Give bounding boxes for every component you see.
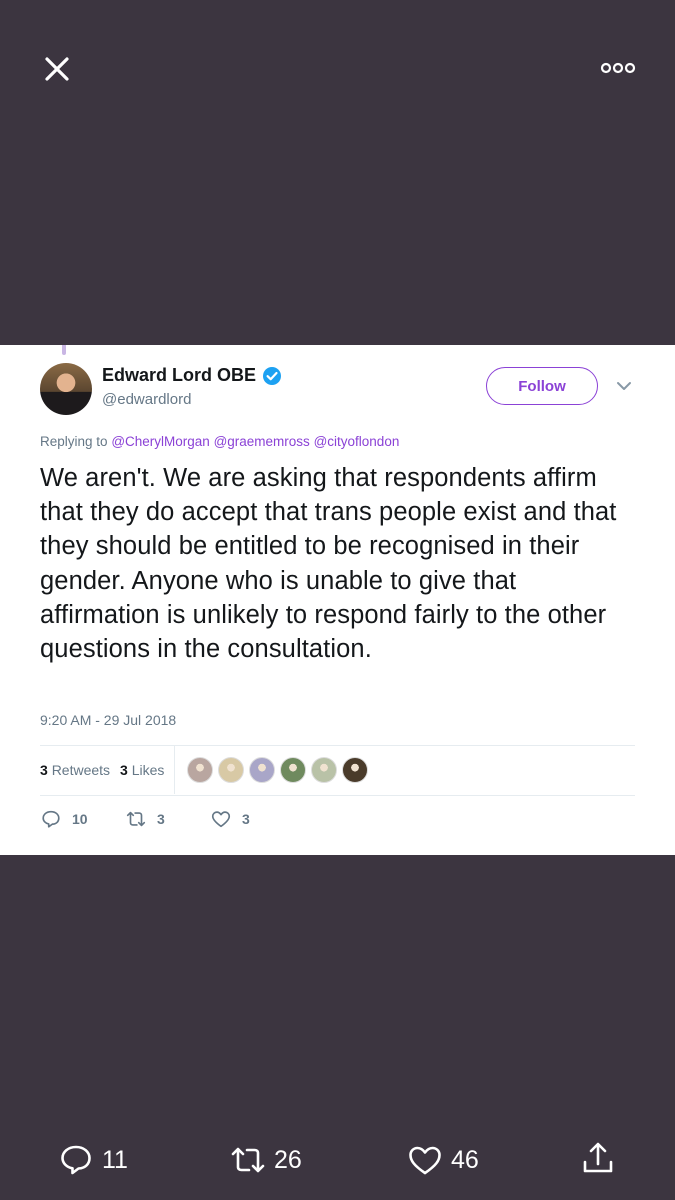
liker-avatar[interactable] [342, 757, 369, 783]
replying-to: Replying to @CherylMorgan @graememross @… [40, 434, 399, 449]
bottom-retweet-count: 26 [274, 1145, 302, 1174]
reply-button[interactable]: 10 [40, 808, 88, 830]
more-icon[interactable] [598, 58, 638, 78]
bottom-like-count: 46 [451, 1145, 479, 1174]
reply-icon [61, 1145, 91, 1175]
bottom-like-button[interactable]: 46 [407, 1142, 479, 1178]
thread-line [62, 345, 66, 355]
chevron-down-icon[interactable] [614, 379, 634, 393]
tweet-card: Edward Lord OBE @edwardlord Follow Reply… [0, 345, 675, 855]
like-count: 3 [242, 811, 250, 827]
retweet-button[interactable]: 3 [125, 808, 165, 830]
liker-avatar[interactable] [311, 757, 338, 783]
bottom-reply-button[interactable]: 11 [58, 1142, 128, 1178]
avatar[interactable] [40, 363, 92, 415]
likes-count: 3 [120, 762, 128, 778]
bottom-retweet-button[interactable]: 26 [230, 1142, 302, 1178]
stats-separator [174, 746, 176, 794]
mention-link[interactable]: @CherylMorgan [111, 434, 210, 449]
like-button[interactable]: 3 [210, 808, 250, 830]
likes-stat[interactable]: 3 Likes [120, 762, 164, 778]
heart-icon [409, 1146, 441, 1175]
reply-count: 10 [72, 811, 88, 827]
mention-link[interactable]: @cityoflondon [314, 434, 400, 449]
reply-icon [42, 810, 60, 828]
liker-avatar[interactable] [249, 757, 276, 783]
replying-to-label: Replying to [40, 434, 108, 449]
mention-link[interactable]: @graememross [214, 434, 310, 449]
retweets-stat[interactable]: 3 Retweets [40, 762, 110, 778]
author-name-row: Edward Lord OBE [102, 365, 282, 386]
tweet-actions: 10 3 3 [40, 808, 440, 838]
media-viewer: Edward Lord OBE @edwardlord Follow Reply… [0, 0, 675, 1200]
likes-label: Likes [131, 762, 165, 778]
liker-avatars [187, 757, 373, 783]
retweets-count: 3 [40, 762, 48, 778]
share-icon[interactable] [580, 1140, 616, 1176]
display-name[interactable]: Edward Lord OBE [102, 365, 256, 386]
retweets-label: Retweets [51, 762, 111, 778]
follow-button[interactable]: Follow [486, 367, 598, 405]
handle[interactable]: @edwardlord [102, 391, 191, 408]
close-icon[interactable] [40, 52, 74, 86]
heart-icon [211, 811, 231, 828]
verified-badge-icon [263, 366, 282, 385]
divider [40, 795, 635, 796]
timestamp[interactable]: 9:20 AM - 29 Jul 2018 [40, 712, 176, 728]
retweet-icon [231, 1147, 265, 1173]
liker-avatar[interactable] [187, 757, 214, 783]
tweet-text: We aren't. We are asking that respondent… [40, 464, 617, 664]
bottom-reply-count: 11 [102, 1145, 128, 1174]
liker-avatar[interactable] [280, 757, 307, 783]
engagement-stats: 3 Retweets 3 Likes [40, 745, 635, 795]
retweet-count: 3 [157, 811, 165, 827]
retweet-icon [126, 811, 146, 827]
liker-avatar[interactable] [218, 757, 245, 783]
